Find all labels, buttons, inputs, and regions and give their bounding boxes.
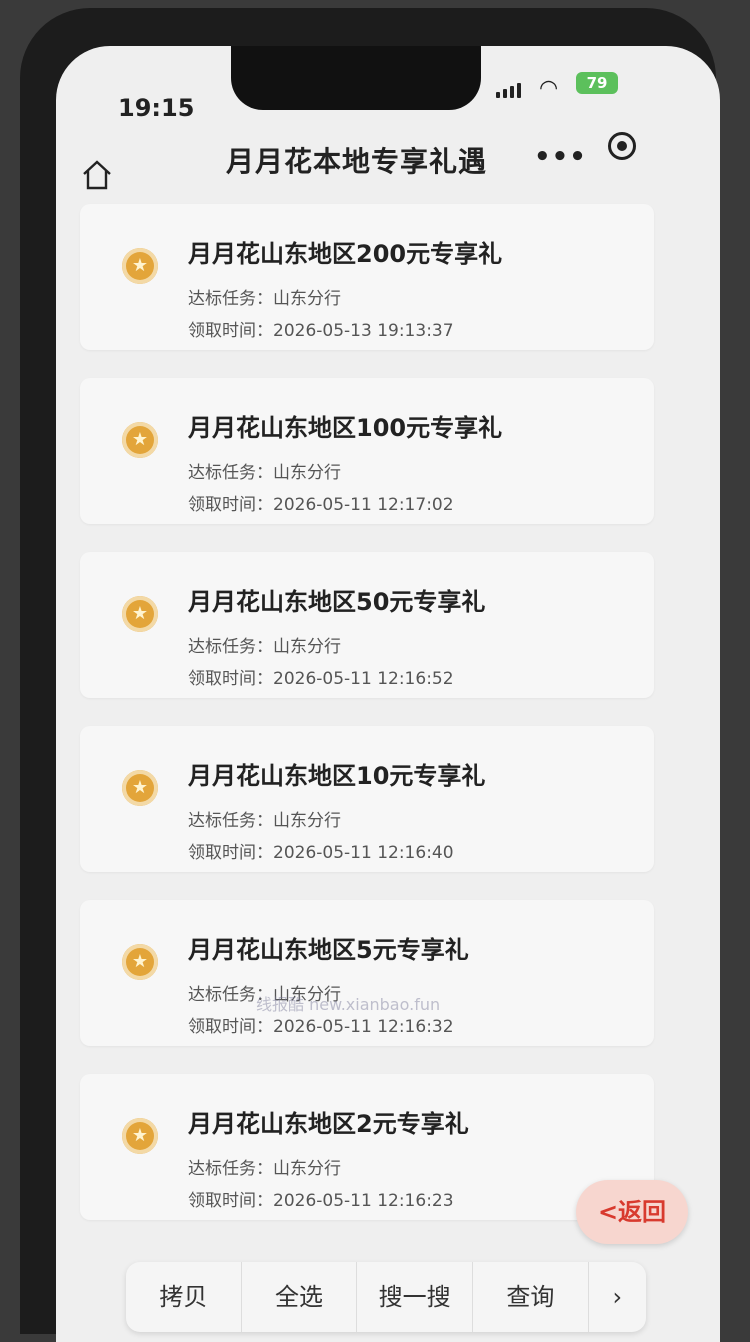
task-label: 达标任务：	[188, 1159, 273, 1179]
time-row: 领取时间：2026-05-11 12:17:02	[188, 490, 454, 515]
time-value: 2026-05-11 12:17:02	[273, 495, 454, 515]
time-value: 2026-05-11 12:16:52	[273, 669, 454, 689]
coin-icon	[122, 1118, 158, 1154]
home-icon[interactable]	[80, 158, 114, 192]
phone-frame: 19:15 ◠ 79 月月花本地专享礼遇 ••• 月月花山东地区200元专享礼 …	[20, 8, 720, 1342]
notch	[231, 46, 481, 110]
lookup-button[interactable]: 查询	[473, 1262, 589, 1332]
screen: 19:15 ◠ 79 月月花本地专享礼遇 ••• 月月花山东地区200元专享礼 …	[56, 46, 720, 1342]
task-label: 达标任务：	[188, 637, 273, 657]
status-time: 19:15	[118, 94, 195, 122]
gift-title: 月月花山东地区50元专享礼	[188, 588, 486, 616]
time-label: 领取时间：	[188, 1017, 273, 1037]
coin-icon	[122, 596, 158, 632]
task-value: 山东分行	[273, 637, 341, 657]
gift-card[interactable]: 月月花山东地区2元专享礼 达标任务：山东分行 领取时间：2026-05-11 1…	[80, 1074, 654, 1220]
page-title: 月月花本地专享礼遇	[226, 145, 488, 178]
gift-card[interactable]: 月月花山东地区100元专享礼 达标任务：山东分行 领取时间：2026-05-11…	[80, 378, 654, 524]
gift-card[interactable]: 月月花山东地区5元专享礼 达标任务：山东分行 领取时间：2026-05-11 1…	[80, 900, 654, 1046]
task-label: 达标任务：	[188, 811, 273, 831]
gift-title: 月月花山东地区100元专享礼	[188, 414, 503, 442]
time-label: 领取时间：	[188, 1191, 273, 1211]
time-row: 领取时间：2026-05-11 12:16:52	[188, 664, 454, 689]
time-label: 领取时间：	[188, 669, 273, 689]
task-row: 达标任务：山东分行	[188, 806, 341, 831]
time-value: 2026-05-13 19:13:37	[273, 321, 454, 341]
gift-card[interactable]: 月月花山东地区10元专享礼 达标任务：山东分行 领取时间：2026-05-11 …	[80, 726, 654, 872]
wifi-icon: ◠	[539, 76, 559, 101]
gift-title: 月月花山东地区2元专享礼	[188, 1110, 469, 1138]
text-selection-toolbar: 拷贝 全选 搜一搜 查询 ›	[126, 1262, 646, 1332]
task-value: 山东分行	[273, 289, 341, 309]
gift-title: 月月花山东地区200元专享礼	[188, 240, 503, 268]
time-label: 领取时间：	[188, 843, 273, 863]
task-row: 达标任务：山东分行	[188, 458, 341, 483]
time-row: 领取时间：2026-05-11 12:16:40	[188, 838, 454, 863]
chevron-right-icon[interactable]: ›	[589, 1262, 646, 1332]
signal-icon	[496, 80, 521, 98]
task-row: 达标任务：山东分行	[188, 632, 341, 657]
search-button[interactable]: 搜一搜	[357, 1262, 474, 1332]
task-value: 山东分行	[273, 1159, 341, 1179]
task-value: 山东分行	[273, 463, 341, 483]
time-row: 领取时间：2026-05-13 19:13:37	[188, 316, 454, 341]
time-row: 领取时间：2026-05-11 12:16:32	[188, 1012, 454, 1037]
battery-indicator: 79	[576, 72, 618, 94]
task-label: 达标任务：	[188, 289, 273, 309]
gift-card[interactable]: 月月花山东地区200元专享礼 达标任务：山东分行 领取时间：2026-05-13…	[80, 204, 654, 350]
gift-title: 月月花山东地区5元专享礼	[188, 936, 469, 964]
gift-card[interactable]: 月月花山东地区50元专享礼 达标任务：山东分行 领取时间：2026-05-11 …	[80, 552, 654, 698]
more-options-icon[interactable]: •••	[534, 142, 587, 172]
select-all-button[interactable]: 全选	[242, 1262, 358, 1332]
task-value: 山东分行	[273, 811, 341, 831]
time-label: 领取时间：	[188, 321, 273, 341]
time-value: 2026-05-11 12:16:23	[273, 1191, 454, 1211]
coin-icon	[122, 770, 158, 806]
gift-title: 月月花山东地区10元专享礼	[188, 762, 486, 790]
close-miniprogram-icon[interactable]	[608, 132, 636, 160]
coin-icon	[122, 944, 158, 980]
time-row: 领取时间：2026-05-11 12:16:23	[188, 1186, 454, 1211]
time-value: 2026-05-11 12:16:32	[273, 1017, 454, 1037]
time-value: 2026-05-11 12:16:40	[273, 843, 454, 863]
coin-icon	[122, 248, 158, 284]
coin-icon	[122, 422, 158, 458]
gift-list: 月月花山东地区200元专享礼 达标任务：山东分行 领取时间：2026-05-13…	[80, 204, 654, 1248]
watermark: 线报酷 new.xianbao.fun	[256, 995, 441, 1014]
task-label: 达标任务：	[188, 463, 273, 483]
back-button[interactable]: <返回	[576, 1180, 688, 1244]
task-row: 达标任务：山东分行	[188, 1154, 341, 1179]
time-label: 领取时间：	[188, 495, 273, 515]
copy-button[interactable]: 拷贝	[126, 1262, 242, 1332]
task-row: 达标任务：山东分行	[188, 284, 341, 309]
